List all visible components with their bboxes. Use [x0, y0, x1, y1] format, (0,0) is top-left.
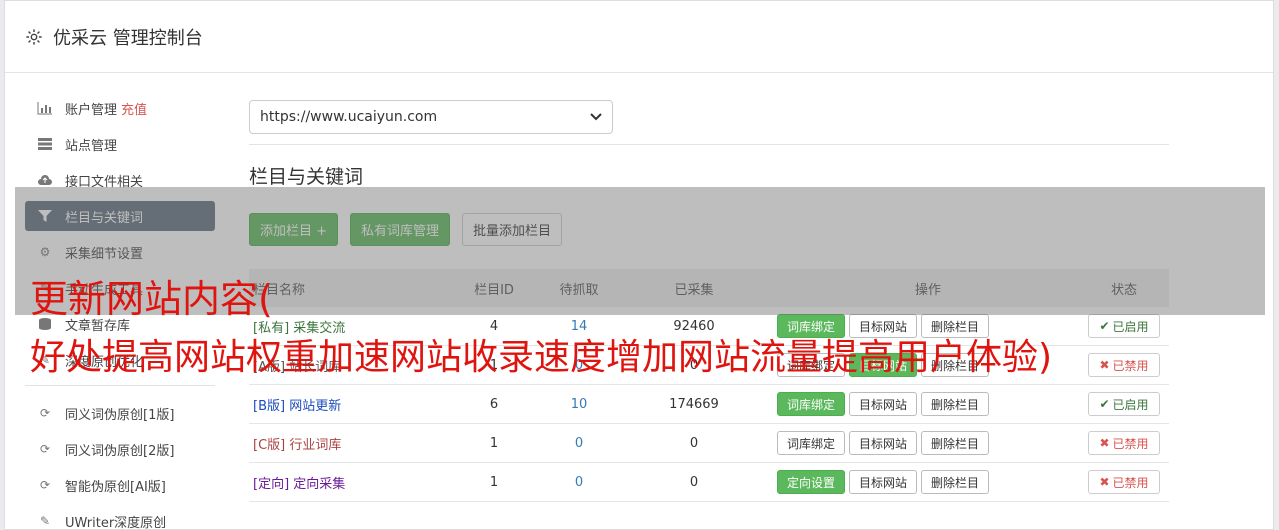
sidebar-divider [25, 385, 215, 386]
column-wait[interactable]: 0 [539, 475, 619, 490]
panel-header: 优采云 管理控制台 [5, 1, 1273, 73]
sidebar-item-label: 同义词伪原创[1版] [65, 407, 175, 423]
column-wait[interactable]: 10 [539, 397, 619, 412]
check-icon: ✔ [1099, 397, 1110, 411]
row-actions: 词库绑定 目标网站 删除栏目 [769, 431, 1079, 455]
table-row: [C版] 行业词库 1 0 0 词库绑定 目标网站 删除栏目 ✖ 已禁用 [249, 424, 1169, 463]
sidebar-item-synonym-v2[interactable]: ⟳ 同义词伪原创[2版] [25, 434, 215, 464]
sidebar-item-uwriter[interactable]: ✎ UWriter深度原创 [25, 506, 215, 530]
recharge-link[interactable]: 充值 [121, 99, 147, 118]
table-row: [B版] 网站更新 6 10 174669 词库绑定 目标网站 删除栏目 ✔ 已启… [249, 385, 1169, 424]
row-actions: 定向设置 目标网站 删除栏目 [769, 470, 1079, 494]
sidebar-item-label: 同义词伪原创[2版] [65, 443, 175, 459]
status-toggle[interactable]: ✖ 已禁用 [1088, 431, 1160, 455]
delete-column-button[interactable]: 删除栏目 [921, 392, 990, 416]
close-icon: ✖ [1099, 358, 1110, 372]
bind-lib-button[interactable]: 词库绑定 [777, 431, 846, 455]
sidebar-item-account[interactable]: 账户管理 充值 [25, 93, 215, 123]
column-done: 0 [689, 474, 699, 490]
sidebar-item-label: 站点管理 [65, 138, 118, 154]
check-icon: ✔ [1099, 319, 1110, 333]
sidebar-item-ai-rewrite[interactable]: ⟳ 智能伪原创[AI版] [25, 470, 215, 500]
status-label: 已禁用 [1112, 358, 1149, 373]
column-name[interactable]: [B版] 网站更新 [249, 395, 419, 414]
overlay-caption-line1: 更新网站内容( [30, 277, 273, 321]
column-wait[interactable]: 0 [539, 436, 619, 451]
page-title: 优采云 管理控制台 [53, 27, 203, 49]
sidebar-item-label: 智能伪原创[AI版] [65, 479, 166, 495]
target-site-button[interactable]: 目标网站 [849, 392, 918, 416]
table-row: [定向] 定向采集 1 0 0 定向设置 目标网站 删除栏目 ✖ 已禁用 [249, 463, 1169, 502]
column-id: 1 [489, 474, 499, 490]
status-label: 已启用 [1112, 319, 1149, 334]
edit-icon: ✎ [39, 514, 51, 528]
cloud-upload-icon [37, 173, 53, 187]
column-id: 1 [489, 435, 499, 451]
column-done: 0 [689, 435, 699, 451]
sidebar-item-label: 账户管理 [65, 102, 118, 118]
sidebar-item-sites[interactable]: 站点管理 [25, 129, 215, 159]
column-id: 6 [489, 396, 499, 412]
site-select-value: https://www.ucaiyun.com [260, 109, 438, 125]
bind-lib-button[interactable]: 词库绑定 [777, 392, 846, 416]
refresh-icon: ⟳ [39, 406, 51, 420]
status-toggle[interactable]: ✖ 已禁用 [1088, 353, 1160, 377]
section-title: 栏目与关键词 [249, 166, 364, 188]
status-toggle[interactable]: ✔ 已启用 [1088, 314, 1160, 338]
delete-column-button[interactable]: 删除栏目 [921, 470, 990, 494]
bar-chart-icon [37, 101, 53, 115]
sidebar-item-label: UWriter深度原创 [65, 515, 167, 530]
target-site-button[interactable]: 目标网站 [849, 431, 918, 455]
status-toggle[interactable]: ✔ 已启用 [1088, 392, 1160, 416]
sidebar-item-synonym-v1[interactable]: ⟳ 同义词伪原创[1版] [25, 398, 215, 428]
overlay-caption-line2: 好处提高网站权重加速网站收录速度增加网站流量提高用户体验) [30, 337, 1053, 378]
divider [249, 144, 1169, 145]
column-name[interactable]: [定向] 定向采集 [249, 473, 419, 492]
refresh-icon: ⟳ [39, 442, 51, 456]
status-toggle[interactable]: ✖ 已禁用 [1088, 470, 1160, 494]
status-label: 已禁用 [1112, 475, 1149, 490]
close-icon: ✖ [1099, 475, 1110, 489]
close-icon: ✖ [1099, 436, 1110, 450]
gear-icon [26, 28, 42, 45]
refresh-icon: ⟳ [39, 478, 51, 492]
row-actions: 词库绑定 目标网站 删除栏目 [769, 392, 1079, 416]
column-done: 174669 [669, 396, 719, 412]
target-site-button[interactable]: 目标网站 [849, 470, 918, 494]
chevron-down-icon [590, 109, 602, 125]
column-name[interactable]: [C版] 行业词库 [249, 434, 419, 453]
status-label: 已启用 [1112, 397, 1149, 412]
site-select[interactable]: https://www.ucaiyun.com [249, 100, 613, 134]
directed-settings-button[interactable]: 定向设置 [777, 470, 846, 494]
delete-column-button[interactable]: 删除栏目 [921, 431, 990, 455]
status-label: 已禁用 [1112, 436, 1149, 451]
server-icon [37, 137, 53, 151]
